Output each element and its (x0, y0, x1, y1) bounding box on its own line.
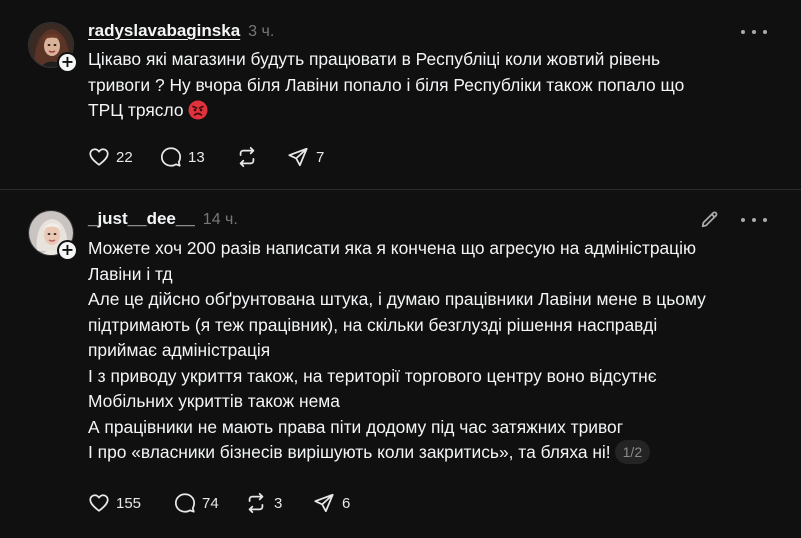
action-bar: 155 74 3 6 (88, 491, 350, 515)
timestamp[interactable]: 3 ч. (248, 23, 274, 41)
post: + _just__dee__ 14 ч. Можете хоч 200 разі… (0, 191, 801, 538)
repost-button[interactable] (235, 145, 286, 169)
repost-icon (239, 146, 255, 168)
more-options-icon[interactable] (741, 22, 767, 42)
post-divider (0, 189, 801, 190)
comment-count: 13 (188, 148, 205, 166)
timestamp[interactable]: 14 ч. (203, 211, 238, 229)
username[interactable]: radyslavabaginska (88, 21, 240, 41)
follow-plus-icon[interactable]: + (57, 240, 78, 261)
repost-icon (248, 492, 264, 514)
share-button[interactable]: 7 (286, 145, 324, 169)
share-count: 7 (316, 148, 325, 166)
comment-bubble-icon (160, 147, 182, 167)
share-button[interactable]: 6 (312, 491, 350, 515)
share-count: 6 (342, 494, 351, 512)
action-bar: 22 13 7 (88, 145, 324, 169)
post-text: Можете хоч 200 разів написати яка я конч… (88, 236, 778, 466)
repost-count: 3 (274, 494, 283, 512)
post-header: radyslavabaginska 3 ч. (88, 21, 274, 41)
post-text-line: І з приводу укриття також, на території … (88, 365, 657, 386)
heart-icon (89, 494, 109, 512)
thread-feed: + radyslavabaginska 3 ч. Цікаво які мага… (0, 0, 801, 538)
post-text-line: Лавіни і тд (88, 263, 173, 284)
comment-button[interactable]: 13 (160, 145, 235, 169)
post-text-line: Але це дійсно обґрунтована штука, і дума… (88, 289, 706, 309)
username[interactable]: _just__dee__ (88, 209, 195, 229)
comment-bubble-icon (174, 493, 196, 513)
post-text-line-with-pill: І про «власники бізнесів вирішують коли … (88, 440, 778, 466)
page-indicator[interactable]: 1/2 (614, 440, 651, 464)
share-send-icon (288, 147, 308, 167)
repost-button[interactable]: 3 (244, 491, 312, 515)
follow-plus-icon[interactable]: + (57, 52, 78, 73)
edit-pencil-icon[interactable] (699, 208, 721, 230)
post-text-line: тривоги ? Ну вчора біля Лавіни попало і … (88, 74, 685, 95)
comment-button[interactable]: 74 (174, 491, 244, 515)
avatar[interactable]: + (28, 22, 78, 73)
like-count: 155 (116, 494, 142, 512)
post-text-line-with-emoji: ТРЦ трясло (88, 98, 778, 124)
post-text-line: ТРЦ трясло (88, 100, 184, 120)
like-button[interactable]: 22 (88, 145, 160, 169)
post-text-line: І про «власники бізнесів вирішують коли … (88, 442, 611, 462)
like-button[interactable]: 155 (88, 491, 174, 515)
post-text-line: Цікаво які магазини будуть працювати в Р… (88, 49, 661, 69)
more-options-icon[interactable] (741, 210, 767, 230)
angry-face-icon (188, 100, 208, 120)
post: + radyslavabaginska 3 ч. Цікаво які мага… (0, 0, 801, 190)
post-text-line: Мобільних укриттів також нема (88, 391, 340, 411)
avatar[interactable]: + (28, 210, 78, 261)
post-text-line: приймає адміністрація (88, 340, 271, 360)
post-text: Цікаво які магазини будуть працювати в Р… (88, 47, 778, 124)
like-count: 22 (116, 148, 133, 166)
post-text-line: Можете хоч 200 разів написати яка я конч… (88, 238, 697, 258)
post-text-line: А працівники не мають права піти додому … (88, 416, 624, 437)
comment-count: 74 (202, 494, 219, 512)
share-send-icon (314, 493, 334, 513)
post-header: _just__dee__ 14 ч. (88, 209, 238, 229)
heart-icon (89, 148, 109, 166)
post-text-line: підтримають (я теж працівник), на скільк… (88, 314, 658, 335)
